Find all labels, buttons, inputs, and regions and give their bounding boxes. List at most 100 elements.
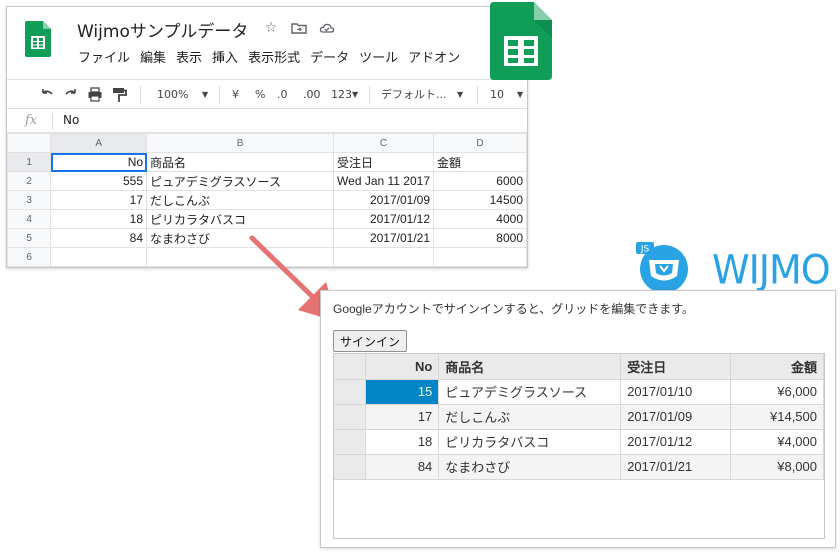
font-size-select[interactable]: 10 bbox=[490, 86, 504, 104]
more-formats-dropdown-icon[interactable]: ▼ bbox=[352, 86, 358, 104]
paint-format-icon[interactable] bbox=[111, 86, 127, 104]
cell[interactable]: 6000 bbox=[433, 171, 527, 191]
zoom-select[interactable]: 100% bbox=[157, 86, 188, 104]
decrease-decimals-button[interactable]: .0 bbox=[277, 86, 288, 104]
move-folder-icon[interactable] bbox=[291, 20, 307, 36]
column-header-c[interactable]: C bbox=[333, 133, 435, 153]
undo-icon[interactable] bbox=[39, 86, 55, 104]
row-header[interactable]: 2 bbox=[7, 171, 52, 191]
cell[interactable]: 18 bbox=[50, 209, 148, 229]
grid-cell[interactable]: ¥8,000 bbox=[730, 454, 824, 480]
menu-format[interactable]: 表示形式 bbox=[243, 48, 305, 70]
grid-cell[interactable]: 84 bbox=[365, 454, 440, 480]
menu-file[interactable]: ファイル bbox=[73, 48, 135, 70]
column-header-b[interactable]: B bbox=[146, 133, 335, 153]
redo-icon[interactable] bbox=[63, 86, 79, 104]
menu-edit[interactable]: 編集 bbox=[135, 48, 171, 70]
cell[interactable]: 8000 bbox=[433, 228, 527, 248]
grid-cell[interactable]: ¥14,500 bbox=[730, 404, 824, 430]
column-header-product[interactable]: 商品名 bbox=[438, 354, 622, 380]
font-dropdown-icon[interactable]: ▼ bbox=[457, 86, 463, 104]
sheets-app-icon[interactable] bbox=[25, 21, 51, 57]
menu-insert[interactable]: 挿入 bbox=[207, 48, 243, 70]
fx-icon: fx bbox=[25, 113, 38, 128]
wijmo-demo-panel: Googleアカウントでサインインすると、グリッドを編集できます。 サインイン … bbox=[320, 290, 836, 548]
grid-cell[interactable]: 2017/01/09 bbox=[620, 404, 732, 430]
cell[interactable]: 14500 bbox=[433, 190, 527, 210]
grid-cell[interactable]: 2017/01/10 bbox=[620, 379, 732, 405]
menu-tools[interactable]: ツール bbox=[354, 48, 403, 70]
wijmo-grid-table: No 商品名 受注日 金額 15 ピュアデミグラスソース 2017/01/10 … bbox=[334, 354, 824, 480]
row-header[interactable]: 5 bbox=[7, 228, 52, 248]
cell[interactable]: 84 bbox=[50, 228, 148, 248]
column-header-amount[interactable]: 金額 bbox=[730, 354, 824, 380]
grid-cell[interactable]: 2017/01/12 bbox=[620, 429, 732, 455]
cell[interactable]: だしこんぶ bbox=[146, 190, 335, 210]
grid-cell[interactable]: ピリカラタバスコ bbox=[438, 429, 622, 455]
currency-format-button[interactable]: ¥ bbox=[232, 86, 239, 104]
grid-cell[interactable]: 2017/01/21 bbox=[620, 454, 732, 480]
font-select[interactable]: デフォルト... bbox=[381, 86, 447, 104]
grid-corner[interactable] bbox=[334, 354, 367, 380]
document-title[interactable]: Wijmoサンプルデータ bbox=[77, 17, 248, 42]
grid-cell[interactable]: ¥4,000 bbox=[730, 429, 824, 455]
row-header[interactable] bbox=[334, 404, 367, 430]
row-header[interactable]: 1 bbox=[7, 152, 52, 172]
grid-cell[interactable]: ピュアデミグラスソース bbox=[438, 379, 622, 405]
row-header[interactable] bbox=[334, 379, 367, 405]
toolbar-divider bbox=[140, 86, 141, 104]
cell[interactable]: 金額 bbox=[433, 152, 527, 172]
google-sheets-logo bbox=[490, 2, 552, 80]
toolbar-divider bbox=[369, 86, 370, 104]
increase-decimals-button[interactable]: .00 bbox=[303, 86, 321, 104]
cell[interactable] bbox=[50, 247, 148, 267]
column-header-a[interactable]: A bbox=[50, 133, 148, 153]
cell[interactable] bbox=[433, 247, 527, 267]
grid-cell[interactable]: 17 bbox=[365, 404, 440, 430]
signin-button[interactable]: サインイン bbox=[333, 330, 408, 352]
toolbar-divider bbox=[477, 86, 478, 104]
cell[interactable]: 555 bbox=[50, 171, 148, 191]
wijmo-logo-icon: JS bbox=[636, 242, 688, 293]
percent-format-button[interactable]: % bbox=[255, 86, 265, 104]
font-size-dropdown-icon[interactable]: ▼ bbox=[517, 86, 523, 104]
row-header[interactable] bbox=[334, 429, 367, 455]
column-header-no[interactable]: No bbox=[365, 354, 440, 380]
cell[interactable]: 17 bbox=[50, 190, 148, 210]
wijmo-wordmark: WIJMO bbox=[712, 246, 831, 294]
cell[interactable]: Wed Jan 11 2017 bbox=[333, 171, 435, 191]
cell[interactable]: ピュアデミグラスソース bbox=[146, 171, 335, 191]
grid-cell[interactable]: ¥6,000 bbox=[730, 379, 824, 405]
column-header-order-date[interactable]: 受注日 bbox=[620, 354, 732, 380]
grid-cell[interactable]: なまわさび bbox=[438, 454, 622, 480]
toolbar: 100% ▼ ¥ % .0 .00 123 ▼ デフォルト... ▼ 10 ▼ bbox=[7, 79, 527, 109]
grid-cell[interactable]: だしこんぶ bbox=[438, 404, 622, 430]
select-all-corner[interactable] bbox=[7, 133, 52, 153]
menu-view[interactable]: 表示 bbox=[171, 48, 207, 70]
star-icon[interactable]: ☆ bbox=[263, 20, 279, 36]
cell[interactable]: 2017/01/09 bbox=[333, 190, 435, 210]
formula-input[interactable]: No bbox=[63, 113, 79, 127]
cell[interactable]: 4000 bbox=[433, 209, 527, 229]
grid-cell[interactable]: 15 bbox=[365, 379, 440, 405]
cell[interactable]: ピリカラタバスコ bbox=[146, 209, 335, 229]
wijmo-badge-text: JS bbox=[640, 245, 650, 255]
sheets-window: Wijmoサンプルデータ ☆ ファイル 編集 表示 挿入 表示形式 データ ツー… bbox=[6, 6, 528, 268]
row-header[interactable] bbox=[334, 454, 367, 480]
row-header[interactable]: 6 bbox=[7, 247, 52, 267]
cell[interactable]: 商品名 bbox=[146, 152, 335, 172]
cell[interactable]: 受注日 bbox=[333, 152, 435, 172]
cell[interactable]: 2017/01/12 bbox=[333, 209, 435, 229]
menu-addons[interactable]: アドオン bbox=[403, 48, 465, 70]
print-icon[interactable] bbox=[87, 86, 103, 104]
wijmo-flexgrid: No 商品名 受注日 金額 15 ピュアデミグラスソース 2017/01/10 … bbox=[333, 353, 825, 539]
column-header-d[interactable]: D bbox=[433, 133, 527, 153]
grid-cell[interactable]: 18 bbox=[365, 429, 440, 455]
more-formats-button[interactable]: 123 bbox=[331, 86, 352, 104]
cloud-status-icon[interactable] bbox=[319, 20, 335, 36]
cell[interactable]: No bbox=[50, 152, 148, 172]
row-header[interactable]: 4 bbox=[7, 209, 52, 229]
row-header[interactable]: 3 bbox=[7, 190, 52, 210]
zoom-dropdown-icon[interactable]: ▼ bbox=[202, 86, 208, 104]
menu-data[interactable]: データ bbox=[305, 48, 354, 70]
